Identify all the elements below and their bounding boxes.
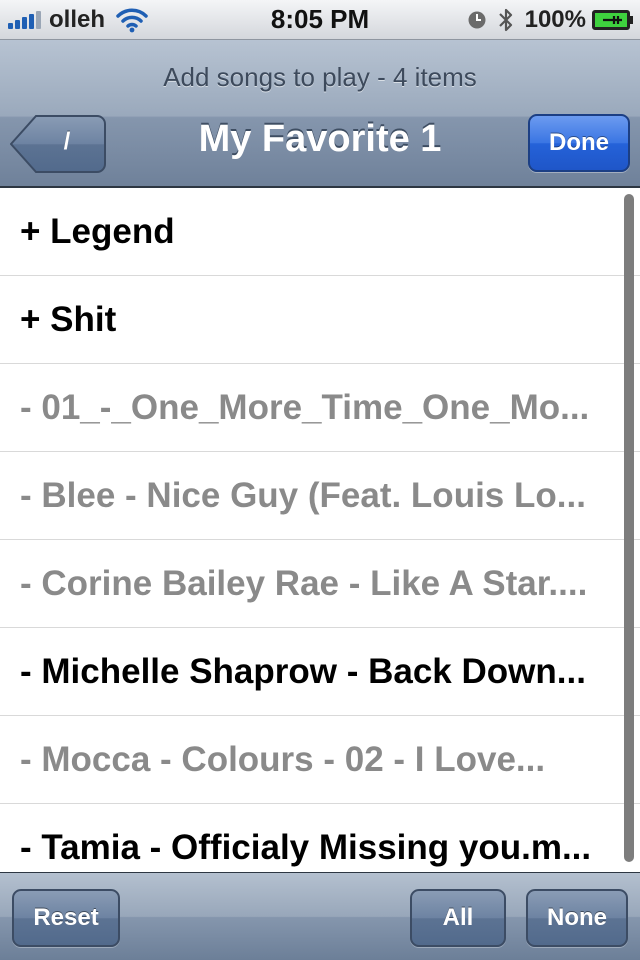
status-bar: olleh 8:05 PM 100% — [0, 0, 640, 40]
song-list-item[interactable]: - Michelle Shaprow - Back Down... — [0, 628, 640, 716]
select-none-button[interactable]: None — [526, 889, 628, 947]
song-list-item[interactable]: - Tamia - Officialy Missing you.m... — [0, 804, 640, 872]
done-button[interactable]: Done — [528, 114, 630, 172]
scrollbar[interactable] — [624, 194, 634, 862]
alarm-clock-icon — [468, 11, 486, 29]
song-list-item[interactable]: + Shit — [0, 276, 640, 364]
song-label: - Mocca - Colours - 02 - I Love... — [20, 739, 546, 779]
battery-percentage: 100% — [524, 6, 586, 33]
song-label: - Blee - Nice Guy (Feat. Louis Lo... — [20, 475, 586, 515]
bluetooth-icon — [498, 8, 512, 32]
song-list-item[interactable]: - Mocca - Colours - 02 - I Love... — [0, 716, 640, 804]
song-list: + Legend + Shit - 01_-_One_More_Time_One… — [0, 188, 640, 872]
song-label: - 01_-_One_More_Time_One_Mo... — [20, 387, 590, 427]
song-label: - Corine Bailey Rae - Like A Star.... — [20, 563, 588, 603]
song-label: + Shit — [20, 299, 117, 339]
song-list-item[interactable]: + Legend — [0, 188, 640, 276]
bottom-toolbar: Reset All None — [0, 872, 640, 960]
song-label: - Tamia - Officialy Missing you.m... — [20, 827, 592, 867]
song-list-item[interactable]: - 01_-_One_More_Time_One_Mo... — [0, 364, 640, 452]
song-list-item[interactable]: - Blee - Nice Guy (Feat. Louis Lo... — [0, 452, 640, 540]
battery-charging-icon — [592, 10, 633, 30]
reset-button[interactable]: Reset — [12, 889, 120, 947]
select-all-button[interactable]: All — [410, 889, 506, 947]
navigation-bar: Add songs to play - 4 items / My Favorit… — [0, 40, 640, 188]
song-label: - Michelle Shaprow - Back Down... — [20, 651, 586, 691]
song-label: + Legend — [20, 211, 175, 251]
song-list-item[interactable]: - Corine Bailey Rae - Like A Star.... — [0, 540, 640, 628]
nav-prompt: Add songs to play - 4 items — [163, 62, 477, 92]
